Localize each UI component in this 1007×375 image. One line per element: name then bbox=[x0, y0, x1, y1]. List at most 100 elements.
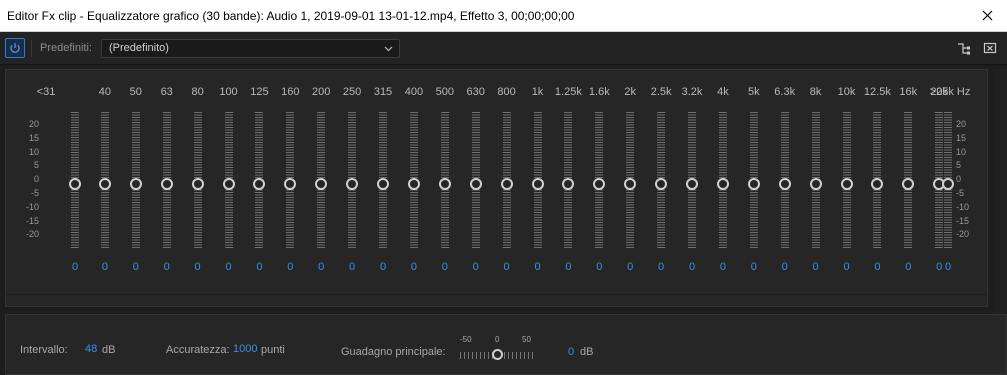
band-gain-value[interactable]: 0 bbox=[843, 261, 849, 273]
band-slider[interactable] bbox=[98, 112, 111, 248]
band-slider-knob[interactable] bbox=[871, 177, 884, 190]
band-slider-knob[interactable] bbox=[377, 177, 389, 190]
bypass-toggle[interactable] bbox=[5, 38, 25, 58]
band-slider-knob[interactable] bbox=[562, 177, 575, 190]
band-slider[interactable] bbox=[716, 112, 729, 248]
band-gain-value[interactable]: 0 bbox=[411, 261, 417, 273]
band-slider-knob[interactable] bbox=[469, 177, 482, 190]
band-gain-value[interactable]: 0 bbox=[318, 261, 324, 273]
band-slider[interactable] bbox=[315, 112, 328, 248]
band-slider[interactable] bbox=[624, 112, 637, 248]
band-gain-value[interactable]: 0 bbox=[349, 261, 355, 273]
band-slider[interactable] bbox=[346, 112, 359, 248]
master-gain-value[interactable]: 0 bbox=[568, 346, 574, 358]
band-slider-knob[interactable] bbox=[942, 177, 954, 190]
band-gain-value[interactable]: 0 bbox=[195, 261, 201, 273]
band-gain-value[interactable]: 0 bbox=[287, 261, 293, 273]
band-gain-value[interactable]: 0 bbox=[380, 261, 386, 273]
band-gain-value[interactable]: 0 bbox=[936, 261, 942, 273]
master-gain-slider[interactable]: -50 0 50 bbox=[460, 335, 536, 363]
band-gain-value[interactable]: 0 bbox=[596, 261, 602, 273]
band-gain-value[interactable]: 0 bbox=[534, 261, 540, 273]
band-slider-knob[interactable] bbox=[284, 177, 297, 190]
band-slider[interactable] bbox=[222, 112, 235, 248]
band-slider-knob[interactable] bbox=[129, 177, 142, 190]
band-gain-value[interactable]: 0 bbox=[689, 261, 695, 273]
band-slider-knob[interactable] bbox=[191, 177, 204, 190]
band-gain-value[interactable]: 0 bbox=[256, 261, 262, 273]
band-gain-value[interactable]: 0 bbox=[225, 261, 231, 273]
band-slider[interactable] bbox=[377, 112, 389, 248]
eq-panel-divider bbox=[6, 294, 987, 295]
band-gain-value[interactable]: 0 bbox=[473, 261, 479, 273]
band-slider[interactable] bbox=[191, 112, 204, 248]
band-slider-knob[interactable] bbox=[69, 177, 81, 190]
band-slider[interactable] bbox=[840, 112, 853, 248]
band-slider-knob[interactable] bbox=[747, 177, 760, 190]
band-gain-value[interactable]: 0 bbox=[102, 261, 108, 273]
range-value[interactable]: 48 bbox=[85, 343, 97, 355]
band-slider[interactable] bbox=[407, 112, 420, 248]
band-slider-knob[interactable] bbox=[98, 177, 111, 190]
master-gain-knob[interactable] bbox=[492, 349, 503, 360]
band-slider-knob[interactable] bbox=[840, 177, 853, 190]
band-slider-knob[interactable] bbox=[809, 177, 822, 190]
band-slider-knob[interactable] bbox=[655, 177, 668, 190]
preset-dropdown[interactable]: (Predefinito) bbox=[101, 39, 400, 58]
band-slider[interactable] bbox=[809, 112, 822, 248]
band-gain-value[interactable]: 0 bbox=[874, 261, 880, 273]
band-gain-value[interactable]: 0 bbox=[751, 261, 757, 273]
band-slider[interactable] bbox=[778, 112, 791, 248]
band-slider[interactable] bbox=[531, 112, 544, 248]
band-slider-knob[interactable] bbox=[160, 177, 173, 190]
band-gain-value[interactable]: 0 bbox=[905, 261, 911, 273]
band-gain-value[interactable]: 0 bbox=[565, 261, 571, 273]
band-slider[interactable] bbox=[655, 112, 668, 248]
band-slider-knob[interactable] bbox=[500, 177, 513, 190]
band-slider-knob[interactable] bbox=[686, 177, 698, 190]
band-slider[interactable] bbox=[284, 112, 297, 248]
band-slider-knob[interactable] bbox=[593, 177, 606, 190]
band-slider[interactable] bbox=[902, 112, 915, 248]
band-slider-knob[interactable] bbox=[438, 177, 451, 190]
band-slider[interactable] bbox=[469, 112, 482, 248]
band-gain-value[interactable]: 0 bbox=[782, 261, 788, 273]
band-slider[interactable] bbox=[69, 112, 81, 248]
band-slider[interactable] bbox=[129, 112, 142, 248]
band-slider[interactable] bbox=[562, 112, 575, 248]
routing-icon[interactable] bbox=[957, 41, 971, 55]
band-slider[interactable] bbox=[942, 112, 954, 248]
band-slider[interactable] bbox=[871, 112, 884, 248]
band-gain-value[interactable]: 0 bbox=[504, 261, 510, 273]
band-slider[interactable] bbox=[500, 112, 513, 248]
band-gain-value[interactable]: 0 bbox=[720, 261, 726, 273]
band-slider-knob[interactable] bbox=[902, 177, 915, 190]
band-slider-knob[interactable] bbox=[222, 177, 235, 190]
band-slider[interactable] bbox=[438, 112, 451, 248]
band-frequency-label: 160 bbox=[281, 86, 300, 98]
band-gain-value[interactable]: 0 bbox=[813, 261, 819, 273]
band-slider-knob[interactable] bbox=[407, 177, 420, 190]
band-gain-value[interactable]: 0 bbox=[164, 261, 170, 273]
remove-effect-icon[interactable] bbox=[983, 41, 997, 55]
band-slider-knob[interactable] bbox=[716, 177, 729, 190]
band-gain-value[interactable]: 0 bbox=[627, 261, 633, 273]
band-gain-value[interactable]: 0 bbox=[945, 261, 951, 273]
band-gain-value[interactable]: 0 bbox=[72, 261, 78, 273]
band-slider-knob[interactable] bbox=[346, 177, 359, 190]
band-slider-knob[interactable] bbox=[253, 177, 266, 190]
accuracy-value[interactable]: 1000 bbox=[233, 343, 257, 355]
band-gain-value[interactable]: 0 bbox=[442, 261, 448, 273]
band-slider-knob[interactable] bbox=[531, 177, 544, 190]
band-slider-knob[interactable] bbox=[624, 177, 637, 190]
band-slider-knob[interactable] bbox=[315, 177, 328, 190]
band-slider[interactable] bbox=[686, 112, 698, 248]
band-gain-value[interactable]: 0 bbox=[658, 261, 664, 273]
band-slider[interactable] bbox=[160, 112, 173, 248]
band-slider[interactable] bbox=[253, 112, 266, 248]
band-gain-value[interactable]: 0 bbox=[133, 261, 139, 273]
close-button[interactable] bbox=[967, 0, 1007, 31]
band-slider-knob[interactable] bbox=[778, 177, 791, 190]
band-slider[interactable] bbox=[747, 112, 760, 248]
band-slider[interactable] bbox=[593, 112, 606, 248]
